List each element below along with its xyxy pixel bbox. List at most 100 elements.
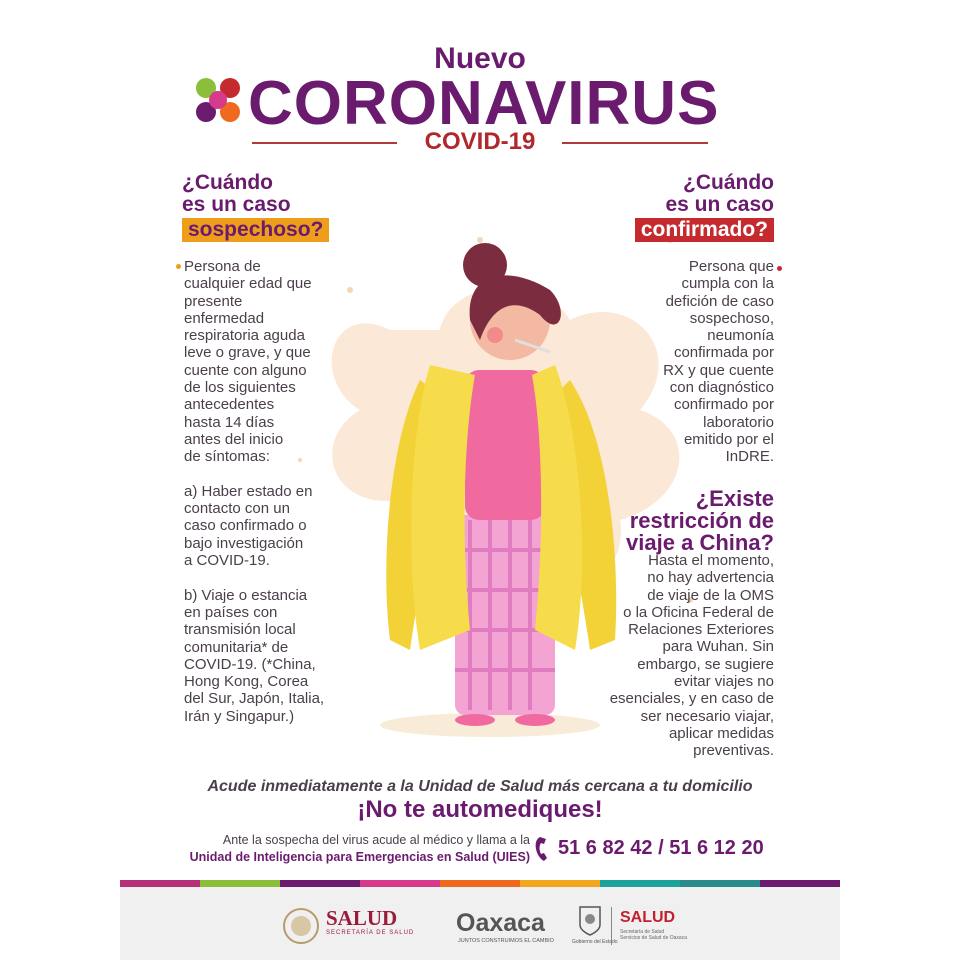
text-line: con diagnóstico <box>669 379 774 397</box>
text-line: no hay advertencia <box>647 569 774 587</box>
confirmado-heading-line2: es un caso <box>665 193 774 216</box>
hair-bun <box>463 243 507 287</box>
text-line: InDRE. <box>725 448 774 466</box>
text-line: Persona que <box>688 258 774 275</box>
text-line: cuente con alguno <box>184 361 307 379</box>
color-stripe-segment <box>120 880 200 887</box>
text-line: confirmado por <box>673 396 774 414</box>
phone-number[interactable]: 51 6 82 42 / 51 6 12 20 <box>558 837 764 860</box>
viaje-heading: ¿Existe restricción de viaje a China? <box>570 488 774 554</box>
color-stripe-segment <box>680 880 760 887</box>
text-line: antes del inicio <box>184 430 284 448</box>
text-line: respiratoria aguda <box>184 327 305 345</box>
text-line: evitar viajes no <box>673 673 774 691</box>
text-line: en países con <box>184 603 278 621</box>
confirmado-heading: ¿Cuándo es un caso confirmado? <box>590 172 774 242</box>
color-stripe-segment <box>360 880 440 887</box>
slogan: ¡No te automediques! <box>357 796 603 823</box>
text-line: o la Oficina Federal de <box>623 603 774 621</box>
color-stripe-segment <box>520 880 600 887</box>
text-line: leve o grave, y que <box>184 344 311 362</box>
text-line: emitido por el <box>683 430 774 448</box>
text-line: hasta 14 días <box>184 413 275 431</box>
salud-oaxaca-sub2: Servicios de Salud de Oaxaca <box>620 935 687 941</box>
sospechoso-heading-line2: es un caso <box>182 193 291 216</box>
text-line: RX y que cuente <box>663 361 774 379</box>
text-line: transmisión local <box>184 621 296 639</box>
color-stripe-segment <box>200 880 280 887</box>
text-line: esenciales, y en caso de <box>609 690 774 708</box>
text-line: aplicar medidas <box>668 724 774 742</box>
text-line: presente <box>184 292 243 310</box>
federal-seal-icon <box>283 908 319 944</box>
sospechoso-text: Persona de cualquier edad que presente enfe… <box>184 258 359 725</box>
text-line: de síntomas: <box>184 448 270 466</box>
text-line: Hong Kong, Corea <box>184 673 309 691</box>
contact-line2: Unidad de Inteligencia para Emergencias … <box>189 850 530 864</box>
color-stripe-segment <box>280 880 360 887</box>
shirt <box>465 370 545 520</box>
text-line: del Sur, Japón, Italia, <box>184 690 325 708</box>
title-covid: COVID-19 <box>424 128 536 155</box>
shoe <box>455 714 495 726</box>
footer: SALUD SECRETARÍA DE SALUD Oaxaca JUNTOS … <box>120 887 840 960</box>
confirmado-text: Persona que cumpla con la defición de caso… <box>600 258 774 466</box>
poster: Nuevo CORONAVIRUS COVID-19 ¿Cuándo es un… <box>120 30 840 960</box>
text-line: bajo investigación <box>184 534 304 552</box>
text-line: caso confirmado o <box>184 517 307 535</box>
text-line: cualquier edad que <box>184 275 312 293</box>
text-line: preventivas. <box>693 742 774 760</box>
color-stripe <box>120 880 840 887</box>
contact-line1: Ante la sospecha del virus acude al médi… <box>222 833 530 847</box>
text-line: viaje a China? <box>626 530 774 555</box>
cheek <box>487 327 503 343</box>
confirmado-tag: confirmado? <box>634 218 774 242</box>
text-line: sospechoso, <box>689 309 774 327</box>
salud-logo-text: SALUD <box>326 906 398 930</box>
text-line: ¿Existe <box>695 486 774 511</box>
text-line: contacto con un <box>184 500 290 518</box>
cross-logo-icon <box>196 78 240 122</box>
text-line: a) Haber estado en <box>184 482 313 500</box>
shoe <box>515 714 555 726</box>
cta-text: Acude inmediatamente a la Unidad de Salu… <box>207 778 753 795</box>
text-line: ser necesario viajar, <box>640 707 774 725</box>
salud-oaxaca-logo-text: SALUD <box>620 909 676 926</box>
bullet-dot <box>176 264 181 269</box>
text-line: Relaciones Exteriores <box>628 621 774 639</box>
phone-icon <box>535 837 547 861</box>
text-line: comunitaria* de <box>184 638 289 656</box>
sospechoso-tag: sospechoso? <box>182 218 330 242</box>
text-line <box>184 569 359 586</box>
text-line: embargo, se sugiere <box>637 655 774 673</box>
state-crest-icon <box>579 906 601 936</box>
text-line: COVID-19. (*China, <box>184 655 316 673</box>
color-stripe-segment <box>600 880 680 887</box>
viaje-text: Hasta el momento, no hay advertencia de vi… <box>570 552 774 760</box>
text-line: cumpla con la <box>681 275 774 293</box>
sospechoso-heading-line1: ¿Cuándo <box>182 171 273 194</box>
text-line: a COVID-19. <box>184 552 270 570</box>
text-line: para Wuhan. Sin <box>662 638 774 656</box>
salud-logo-sub: SECRETARÍA DE SALUD <box>326 930 415 936</box>
bullet-dot <box>777 266 782 271</box>
color-stripe-segment <box>440 880 520 887</box>
text-line: enfermedad <box>184 309 265 327</box>
oaxaca-logo-text: Oaxaca <box>456 909 545 937</box>
text-line: defición de caso <box>665 292 774 310</box>
salud-oaxaca-logo-sub: Secretaría de Salud Servicios de Salud d… <box>620 929 687 941</box>
text-line: neumonía <box>707 327 774 345</box>
text-line <box>184 466 359 483</box>
text-line: antecedentes <box>184 396 275 414</box>
text-line: confirmada por <box>673 344 774 362</box>
text-line: restricción de <box>629 508 774 533</box>
text-line: laboratorio <box>703 413 774 431</box>
dot <box>477 237 483 243</box>
footer-divider <box>611 907 612 945</box>
confirmado-heading-line1: ¿Cuándo <box>683 171 774 194</box>
text-line: de viaje de la OMS <box>647 586 774 604</box>
text-line: Irán y Singapur.) <box>184 707 295 725</box>
color-stripe-segment <box>760 880 840 887</box>
text-line: Hasta el momento, <box>648 552 774 569</box>
text-line: Persona de <box>184 258 261 275</box>
